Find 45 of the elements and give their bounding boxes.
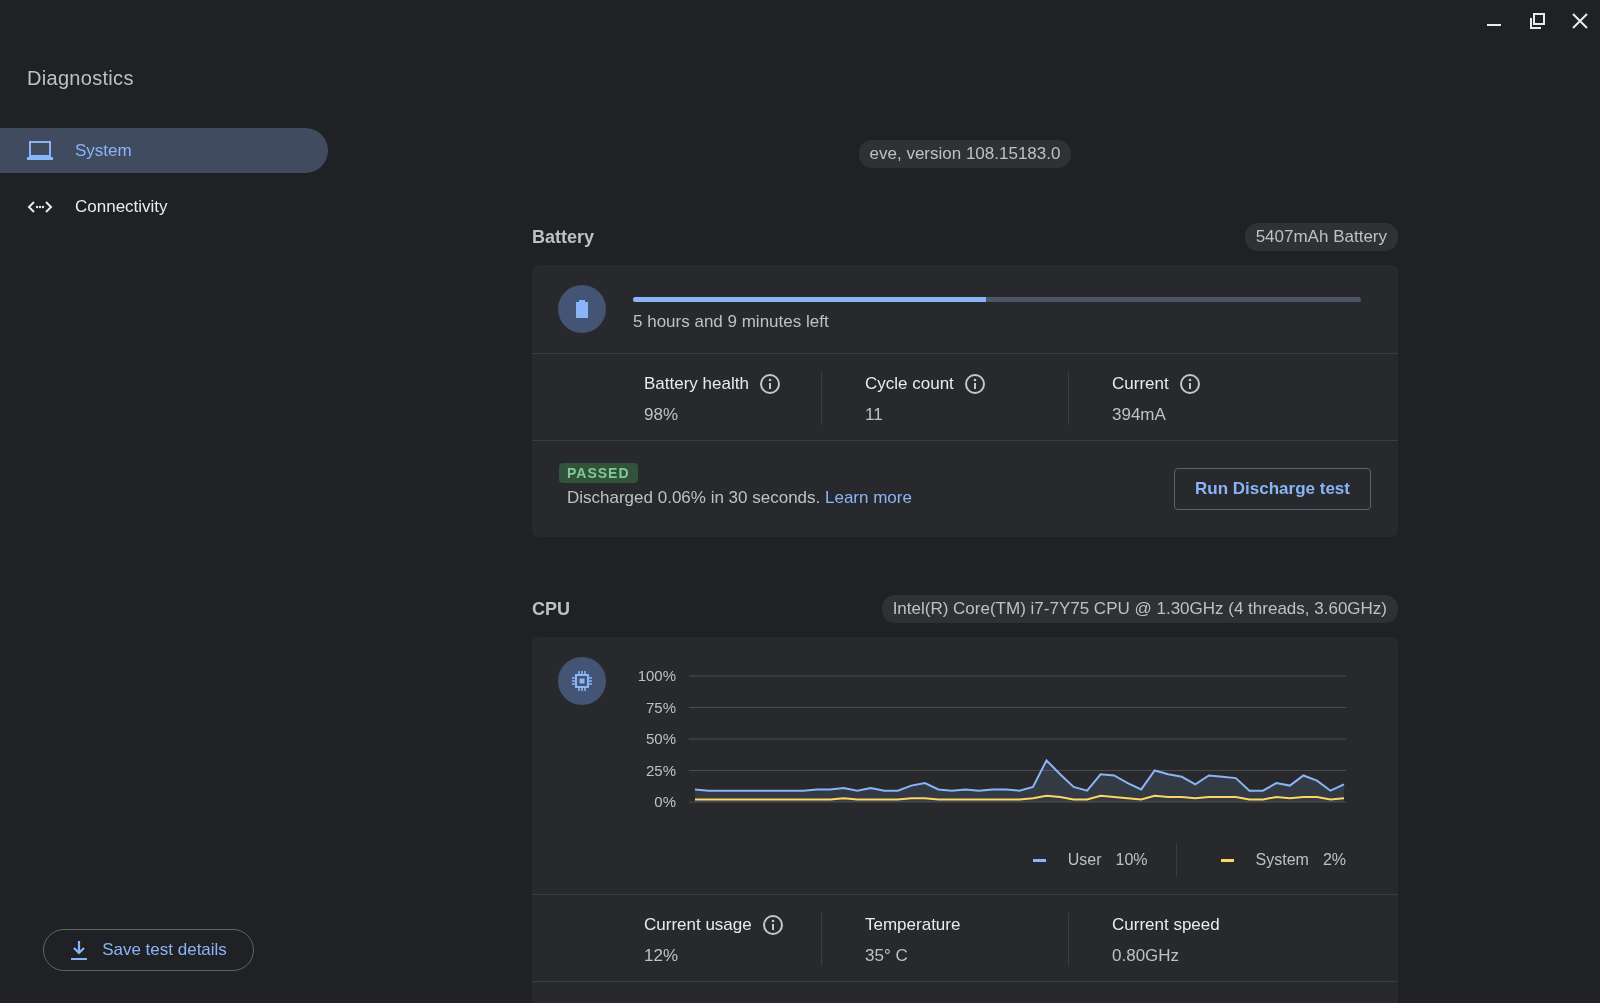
- stat-label: Battery health: [644, 374, 749, 394]
- nav-item[interactable]: Connectivity: [0, 184, 328, 229]
- chip-icon: [558, 657, 606, 705]
- stat-label: Current: [1112, 374, 1169, 394]
- section-title: Battery: [532, 226, 595, 248]
- stat-value: 35° C: [865, 946, 909, 966]
- stat-value: 98%: [644, 405, 680, 425]
- cpu-badge: Intel(R) Core(TM) i7-7Y75 CPU @ 1.30GHz (4 threads, 3.60GHz): [881, 595, 1398, 623]
- stat-label: Cycle count: [865, 374, 954, 394]
- nav-item[interactable]: System: [0, 128, 328, 173]
- section-title: CPU: [532, 598, 570, 620]
- axis-label: 100%: [637, 667, 676, 684]
- legend-label: User: [1067, 851, 1102, 869]
- stat-value: 0.80GHz: [1112, 946, 1181, 966]
- run-test-button[interactable]: Run Discharge test: [1174, 468, 1371, 510]
- axis-label: 25%: [645, 761, 676, 779]
- connectivity-icon: [27, 199, 53, 214]
- version-badge: eve, version 108.15183.0: [858, 140, 1072, 168]
- legend-label: System: [1255, 851, 1309, 869]
- app-title: Diagnostics: [27, 67, 135, 90]
- time-left: 5 hours and 9 minutes left: [633, 312, 830, 332]
- info-icon[interactable]: [761, 914, 784, 936]
- battery-icon: [558, 285, 606, 333]
- stat-value: 11: [865, 405, 884, 425]
- battery-badge: 5407mAh Battery: [1244, 223, 1398, 251]
- info-icon[interactable]: [1178, 373, 1201, 395]
- legend-value: 2%: [1322, 851, 1346, 869]
- axis-label: 50%: [645, 730, 676, 747]
- axis-label: 0%: [654, 793, 676, 810]
- status-badge: PASSED: [559, 462, 638, 483]
- stat-label: Current usage: [644, 915, 752, 935]
- download-icon: [70, 940, 89, 960]
- stat-label: Temperature: [865, 915, 961, 935]
- restore-icon[interactable]: [1529, 13, 1545, 29]
- stat-label: Current speed: [1112, 915, 1220, 935]
- learn-more-link[interactable]: Learn more: [825, 487, 912, 507]
- stat-value: 12%: [644, 946, 680, 966]
- legend-value: 10%: [1115, 851, 1148, 869]
- info-icon[interactable]: [758, 373, 781, 395]
- close-icon[interactable]: [1572, 13, 1588, 29]
- result-text: Discharged 0.06% in 30 seconds. Learn more: [567, 487, 912, 508]
- axis-label: 75%: [645, 698, 676, 716]
- laptop-icon: [27, 140, 53, 161]
- info-icon[interactable]: [963, 373, 986, 395]
- stat-value: 394mA: [1112, 405, 1167, 425]
